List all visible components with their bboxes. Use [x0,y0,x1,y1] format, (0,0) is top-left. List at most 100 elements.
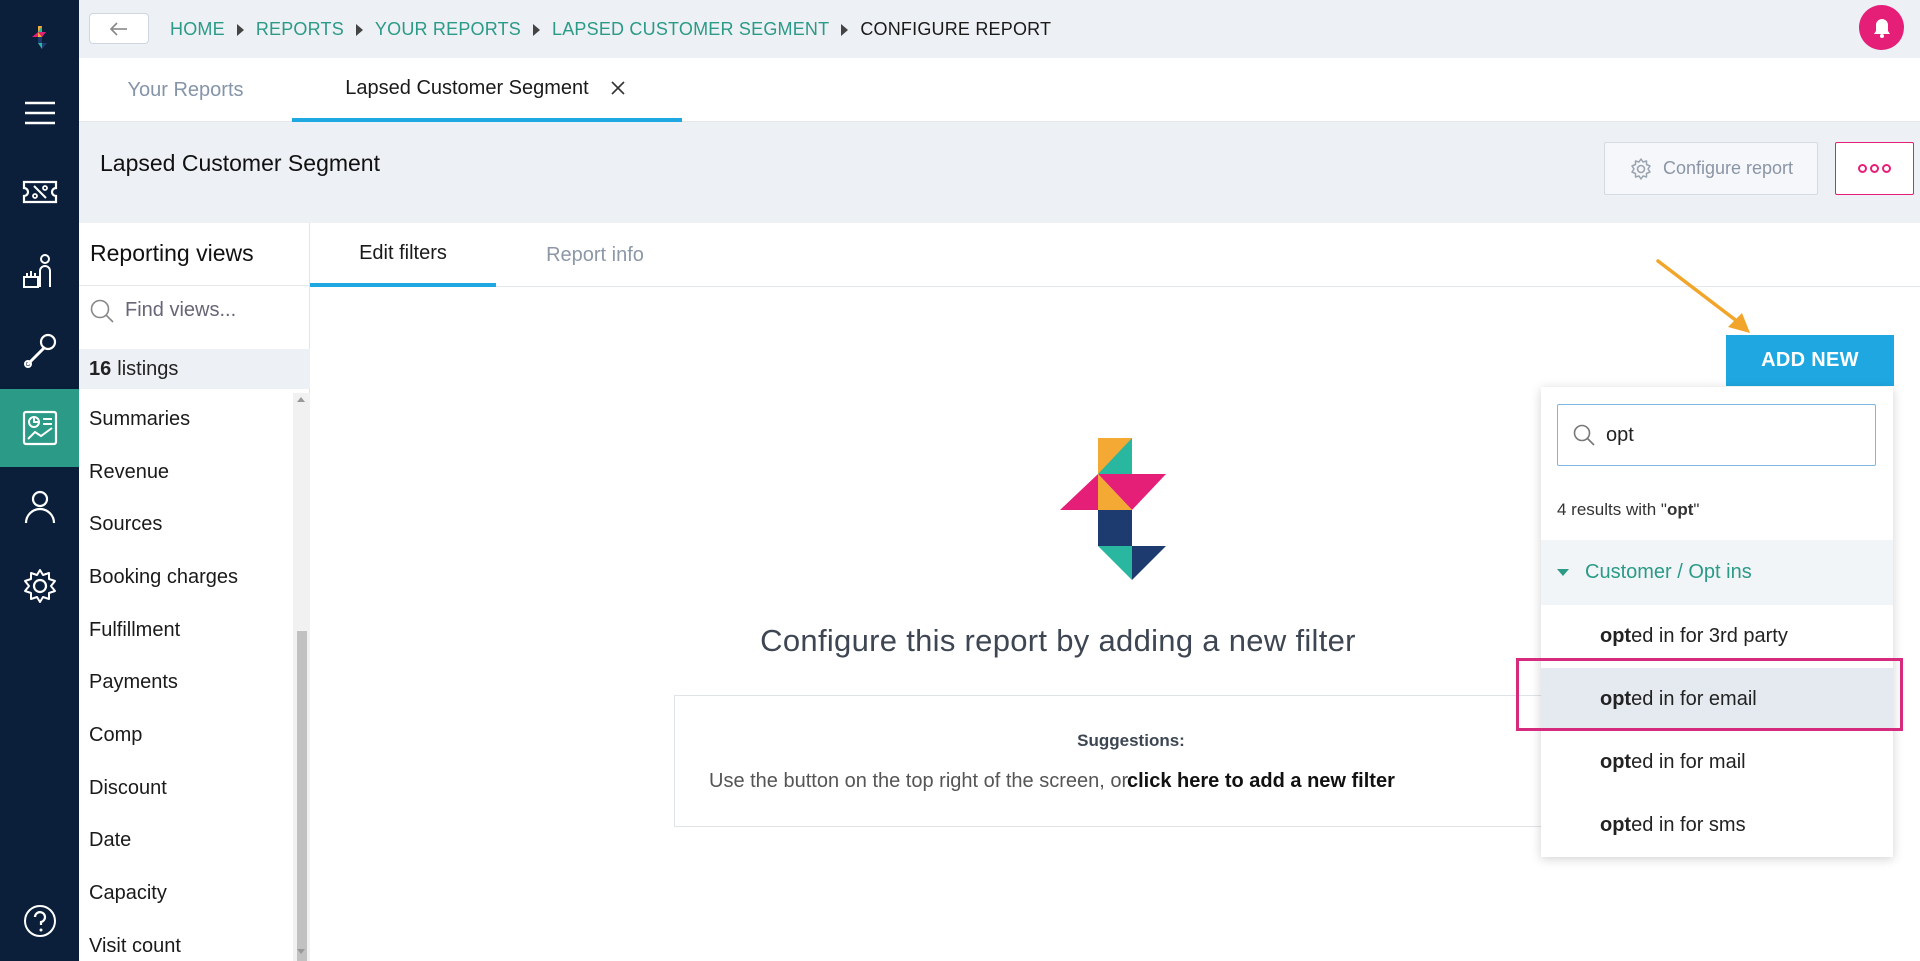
option-match: opt [1600,814,1632,836]
views-scrollbar[interactable] [293,393,310,961]
menu-icon [24,101,55,125]
notifications-button[interactable] [1859,5,1904,50]
results-count-prefix: 4 results with " [1557,500,1667,519]
customer-service-nav[interactable] [0,232,79,310]
configure-report-button[interactable]: Configure report [1604,142,1818,195]
customer-service-icon [22,254,51,288]
view-item-discount[interactable]: Discount [79,762,293,815]
add-filter-link[interactable]: click here to add a new filter [1127,770,1395,793]
configure-report-label: Configure report [1662,158,1794,178]
navigation-rail [0,0,79,961]
option-opted-in-email[interactable]: opt ed in for email [1541,668,1893,731]
view-item-capacity[interactable]: Capacity [79,867,293,920]
results-count: 4 results with "opt" [1557,500,1699,520]
more-dot-icon [1882,164,1891,173]
tickets-nav[interactable] [0,153,79,231]
views-list: Summaries Revenue Sources Booking charge… [79,393,293,961]
scroll-down-icon[interactable] [297,949,305,954]
report-header: Lapsed Customer Segment Configure report [79,122,1920,223]
results-count-term: opt [1666,500,1694,519]
reports-nav[interactable] [0,389,79,467]
option-match: opt [1600,625,1632,647]
breadcrumb-home[interactable]: HOME [170,19,225,40]
views-search-input[interactable] [125,299,305,322]
arrow-left-icon [110,21,127,36]
breadcrumb-separator-icon [841,23,849,36]
view-item-revenue[interactable]: Revenue [79,446,293,499]
group-label: Customer / Opt ins [1585,561,1752,583]
settings-nav[interactable] [0,547,79,625]
group-customer-opt-ins[interactable]: Customer / Opt ins [1541,540,1893,605]
close-icon[interactable] [607,77,629,99]
bell-icon [1873,18,1890,38]
tab-label: Report info [546,243,644,266]
option-opted-in-sms[interactable]: opt ed in for sms [1541,794,1893,857]
help-nav[interactable] [0,882,79,960]
view-item-visit-count[interactable]: Visit count [79,920,293,961]
breadcrumb-lapsed-customer-segment[interactable]: LAPSED CUSTOMER SEGMENT [552,19,829,40]
views-search [79,285,310,335]
page-title: Lapsed Customer Segment [100,150,380,176]
logo-icon [31,26,47,49]
add-new-button[interactable]: ADD NEW [1726,335,1894,386]
listings-number: 16 [89,357,112,380]
tools-icon [23,333,56,368]
menu-button[interactable] [0,74,79,152]
caret-down-icon [1557,569,1569,576]
ticket-icon [22,180,57,204]
tab-your-reports[interactable]: Your Reports [79,58,292,122]
back-button[interactable] [89,13,149,44]
user-icon [24,490,55,524]
more-dot-icon [1870,164,1879,173]
tab-lapsed-customer-segment[interactable]: Lapsed Customer Segment [292,58,682,122]
more-options-button[interactable] [1835,142,1914,195]
users-nav[interactable] [0,468,79,546]
add-filter-dropdown: 4 results with "opt" Customer / Opt ins … [1541,387,1893,857]
breadcrumb-separator-icon [533,23,540,36]
suggestions-box: Suggestions: Use the button on the top r… [674,695,1674,827]
logo-icon [1060,438,1166,580]
tab-label: Your Reports [127,78,244,101]
breadcrumb: HOME REPORTS YOUR REPORTS LAPSED CUSTOME… [170,19,1051,40]
option-rest: ed in for 3rd party [1631,625,1788,647]
gear-icon [1631,157,1651,180]
filter-search-input[interactable] [1606,423,1856,447]
option-rest: ed in for mail [1631,751,1746,773]
breadcrumb-separator-icon [355,23,363,36]
option-match: opt [1600,751,1632,773]
scroll-up-icon[interactable] [297,397,305,402]
app-logo[interactable] [0,0,79,78]
view-item-fulfillment[interactable]: Fulfillment [79,604,293,657]
reporting-views-panel: Reporting views 16 listings Summaries Re… [79,223,310,961]
tab-edit-filters[interactable]: Edit filters [310,223,496,287]
settings-icon [23,569,56,603]
option-opted-in-mail[interactable]: opt ed in for mail [1541,731,1893,794]
filter-search [1557,404,1876,466]
reporting-views-title: Reporting views [90,240,254,266]
option-opted-in-3rd-party[interactable]: opt ed in for 3rd party [1541,605,1893,668]
search-icon [90,299,114,323]
scrollbar-thumb[interactable] [297,631,307,961]
tools-nav[interactable] [0,311,79,389]
view-item-booking-charges[interactable]: Booking charges [79,551,293,604]
tab-report-info[interactable]: Report info [496,223,694,287]
option-rest: ed in for sms [1631,814,1746,836]
view-item-sources[interactable]: Sources [79,498,293,551]
tab-label: Edit filters [359,241,447,264]
view-item-date[interactable]: Date [79,815,293,868]
breadcrumb-reports[interactable]: REPORTS [256,19,344,40]
top-bar: HOME REPORTS YOUR REPORTS LAPSED CUSTOME… [79,0,1920,58]
option-match: opt [1600,688,1632,710]
breadcrumb-separator-icon [236,23,244,36]
pointer-arrow-icon [1656,259,1750,333]
tab-label: Lapsed Customer Segment [345,76,589,99]
view-item-comp[interactable]: Comp [79,709,293,762]
view-item-payments[interactable]: Payments [79,656,293,709]
report-tabs: Your Reports Lapsed Customer Segment [79,58,1920,122]
more-dot-icon [1858,164,1867,173]
breadcrumb-your-reports[interactable]: YOUR REPORTS [375,19,521,40]
help-icon [23,905,56,937]
reports-icon [22,410,57,446]
view-item-summaries[interactable]: Summaries [79,393,293,446]
suggestions-title: Suggestions: [1077,731,1185,750]
